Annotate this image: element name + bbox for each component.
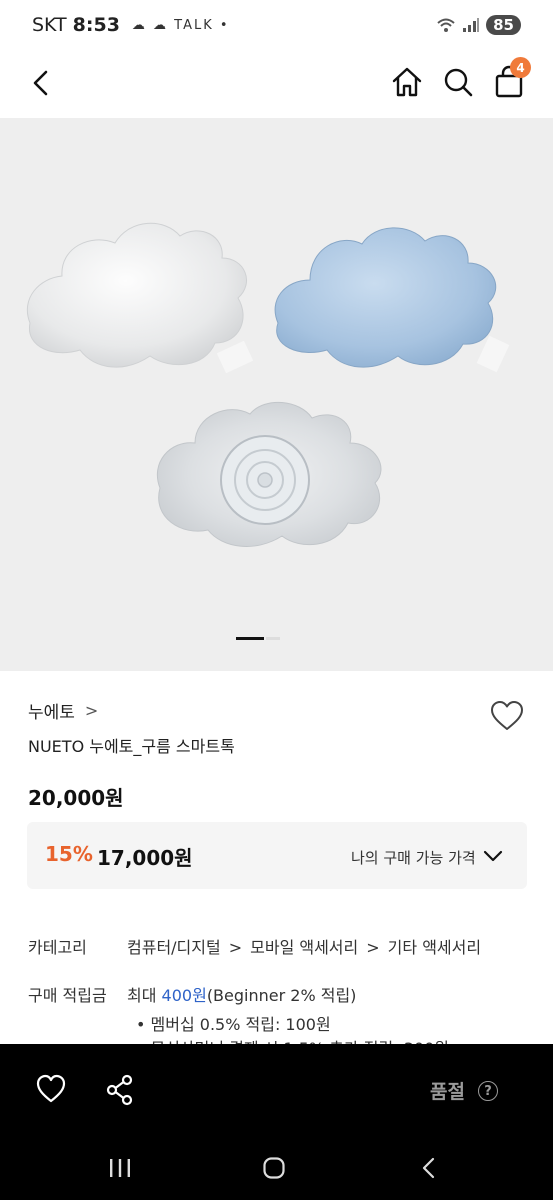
discount-price: 17,000원 — [97, 846, 193, 870]
status-bar: SKT 8:53 ☁ ☁ TALK • 85 — [0, 0, 553, 50]
bottom-action-bar: 품절 ? — [0, 1044, 553, 1136]
system-navigation-bar — [0, 1136, 553, 1200]
back-arrow-icon[interactable] — [24, 66, 58, 100]
home-icon[interactable] — [390, 64, 424, 100]
status-right: 85 — [436, 15, 521, 35]
status-left: SKT 8:53 ☁ ☁ TALK • — [32, 14, 230, 36]
heart-icon[interactable] — [35, 1074, 67, 1104]
wifi-icon — [437, 18, 455, 32]
category-path: 컴퓨터/디지털 > 모바일 액세서리 > 기타 액세서리 — [127, 934, 481, 958]
points-value: 최대 400원(Beginner 2% 적립) — [127, 982, 356, 1006]
points-label: 구매 적립금 — [28, 986, 107, 1005]
help-icon[interactable]: ? — [478, 1081, 498, 1101]
product-photo — [26, 222, 510, 547]
category-label: 카테고리 — [28, 938, 87, 957]
points-prefix: 최대 — [127, 986, 157, 1005]
cart-count-badge: 4 — [510, 57, 531, 78]
soldout-label: 품절 — [430, 1081, 465, 1103]
product-price: 20,000원 — [28, 786, 124, 810]
category-item[interactable]: 모바일 액세서리 — [250, 938, 358, 957]
chevron-down-icon[interactable] — [483, 847, 503, 865]
wishlist-heart-icon[interactable] — [489, 700, 525, 732]
category-separator: > — [228, 938, 243, 957]
blue-cloud — [274, 227, 497, 368]
category-item[interactable]: 컴퓨터/디지털 — [127, 938, 221, 957]
white-tag — [216, 340, 254, 374]
white-cloud — [26, 222, 248, 368]
clock: 8:53 — [72, 14, 120, 36]
carousel-indicator-active — [236, 637, 264, 640]
signal-icon — [463, 18, 480, 32]
my-price-panel[interactable]: 15% 17,000원 나의 구매 가능 가격 — [27, 822, 527, 889]
share-icon[interactable] — [105, 1074, 135, 1106]
discount-percent: 15% — [45, 842, 93, 866]
battery-indicator: 85 — [486, 15, 521, 35]
brand-chevron-icon: > — [84, 701, 99, 720]
carousel-indicator — [266, 637, 280, 640]
product-image-carousel[interactable] — [0, 118, 553, 671]
brand-link[interactable]: 누에토 > — [28, 698, 98, 723]
brand-name: 누에토 — [28, 703, 75, 723]
grip-center — [257, 472, 273, 488]
carrier-label: SKT — [32, 14, 67, 36]
category-item[interactable]: 기타 액세서리 — [388, 938, 481, 957]
notification-icons: ☁ ☁ TALK • — [131, 17, 230, 33]
home-button-icon[interactable] — [262, 1156, 286, 1180]
system-back-icon[interactable] — [420, 1156, 438, 1180]
search-icon[interactable] — [441, 64, 475, 100]
top-navigation — [0, 50, 553, 118]
membership-points-item: • 멤버십 0.5% 적립: 100원 — [136, 1015, 331, 1034]
product-title: NUETO 누에토_구름 스마트톡 — [28, 737, 235, 756]
my-price-label: 나의 구매 가능 가격 — [351, 849, 476, 867]
points-amount: 400원 — [161, 986, 207, 1005]
recents-icon[interactable] — [108, 1157, 132, 1179]
category-separator: > — [366, 938, 380, 957]
points-suffix: (Beginner 2% 적립) — [206, 986, 357, 1005]
blue-tag — [476, 335, 510, 373]
